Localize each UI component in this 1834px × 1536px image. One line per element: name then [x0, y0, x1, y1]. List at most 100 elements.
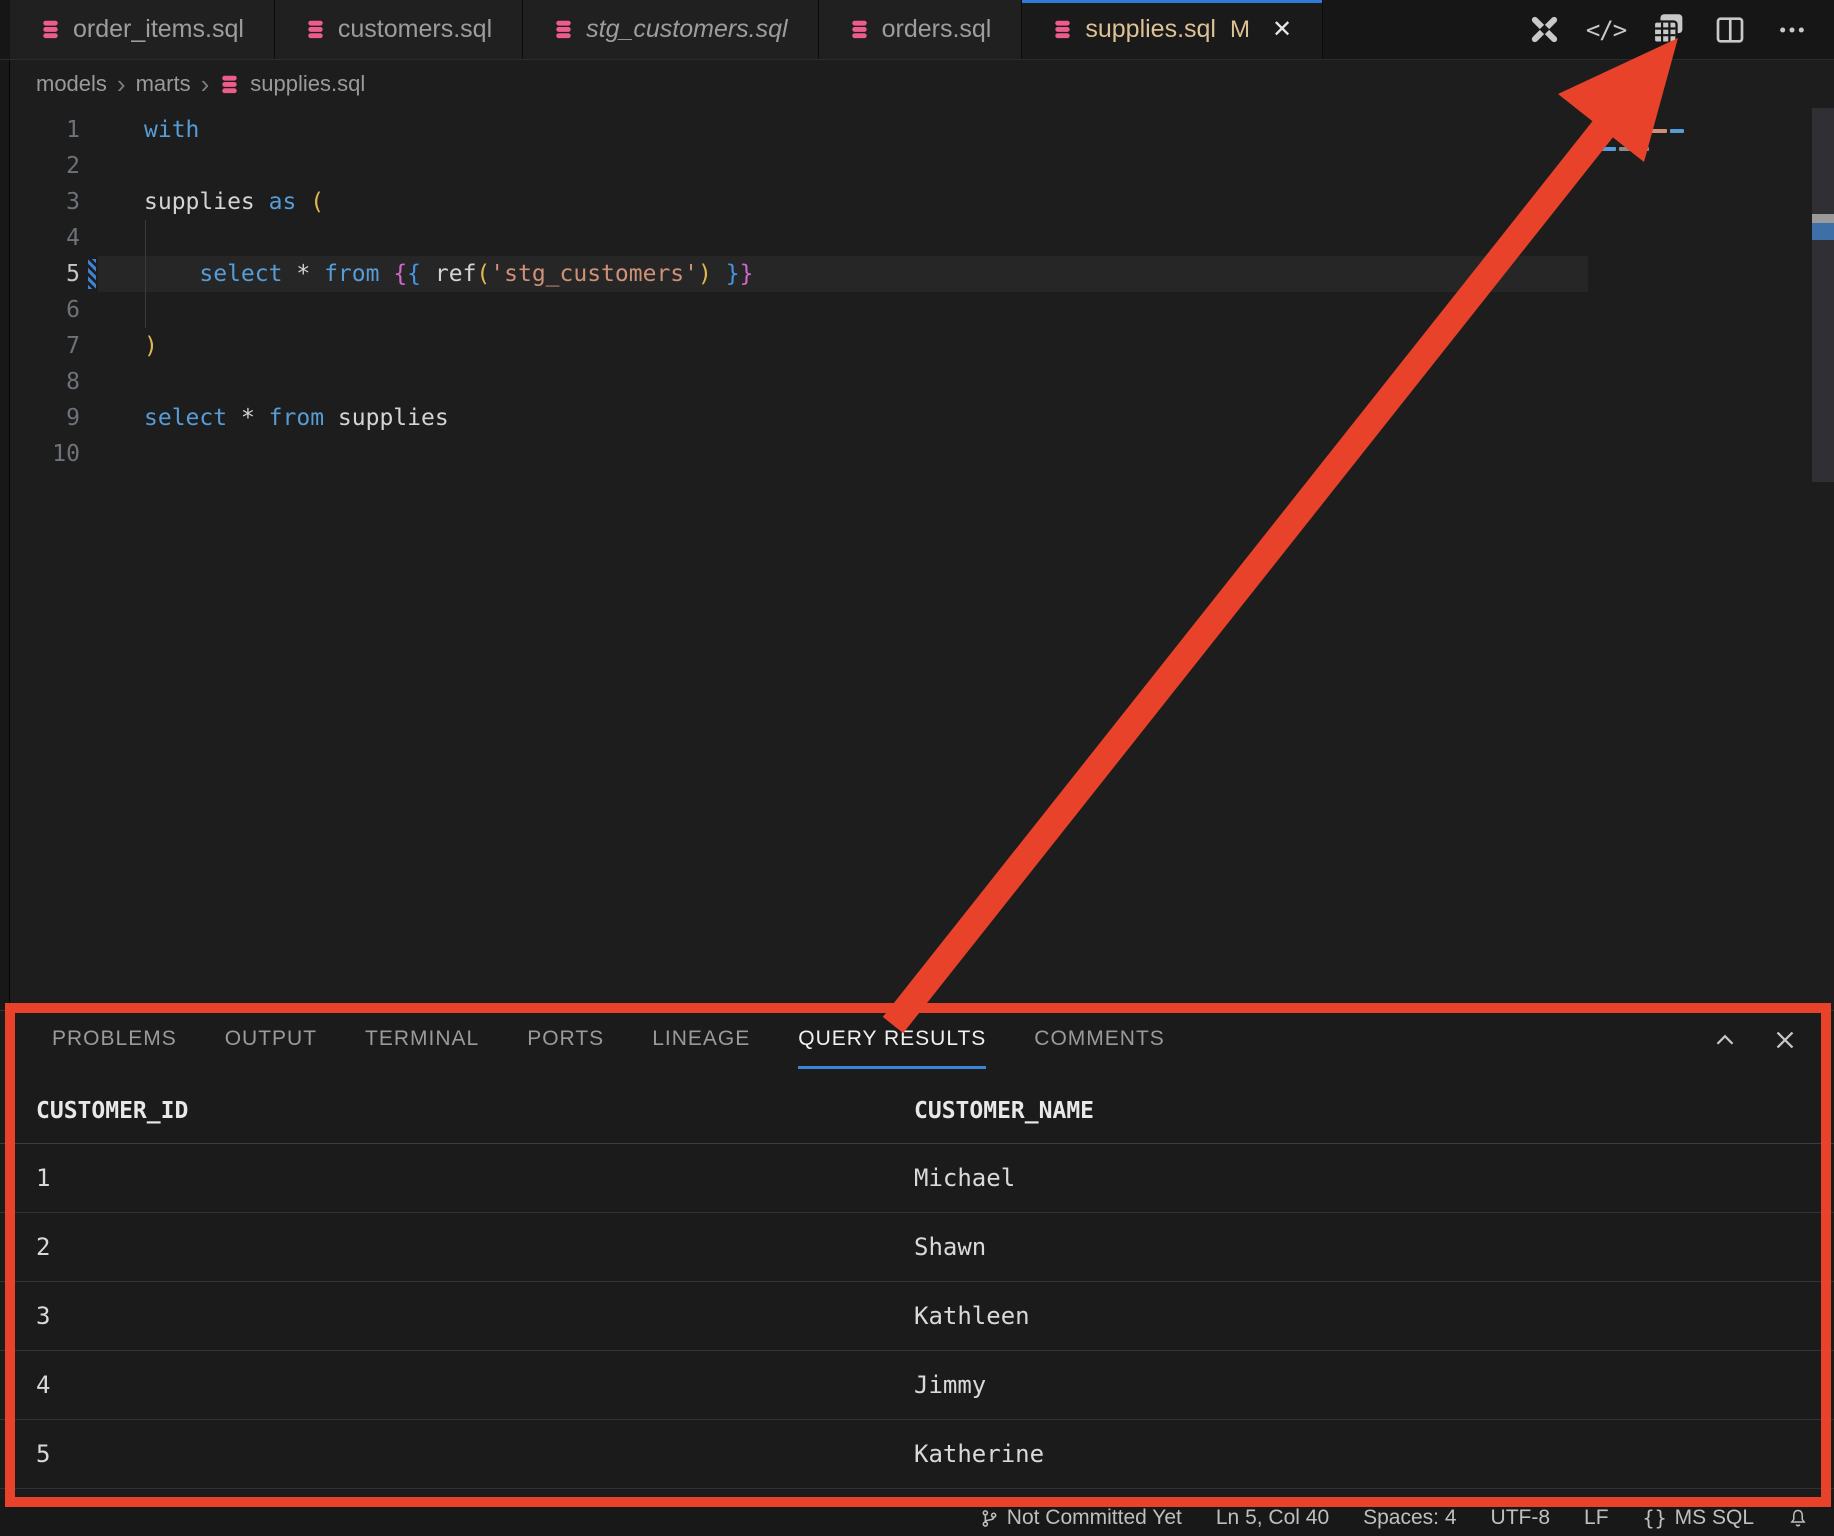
panel-tab-terminal[interactable]: TERMINAL — [365, 1011, 479, 1069]
tab-label: orders.sql — [882, 15, 992, 44]
split-editor-icon[interactable] — [1712, 12, 1748, 48]
status-item-ln-5-col-40[interactable]: Ln 5, Col 40 — [1216, 1506, 1329, 1530]
cell-customer-name: Shawn — [914, 1233, 1834, 1261]
panel-controls — [1710, 1025, 1800, 1055]
status-item-ms-sql[interactable]: {} MS SQL — [1643, 1506, 1754, 1530]
code-line-3: 3supplies as ( — [0, 184, 1834, 220]
status-item-label: UTF-8 — [1491, 1506, 1551, 1530]
tab-customers.sql[interactable]: customers.sql — [275, 0, 523, 59]
query-results-table: CUSTOMER_ID CUSTOMER_NAME 1Michael2Shawn… — [0, 1079, 1834, 1489]
line-number: 6 — [0, 292, 80, 328]
breadcrumb: models›marts›supplies.sql — [36, 66, 365, 102]
database-icon — [305, 19, 326, 40]
status-item-label: Ln 5, Col 40 — [1216, 1506, 1329, 1530]
cell-customer-name: Jimmy — [914, 1371, 1834, 1399]
panel-tab-query-results[interactable]: QUERY RESULTS — [798, 1011, 986, 1069]
line-number: 9 — [0, 400, 80, 436]
git-branch-icon — [980, 1509, 999, 1528]
dbt-icon[interactable] — [1526, 12, 1562, 48]
line-number: 2 — [0, 148, 80, 184]
status-item-not-committed-yet[interactable]: Not Committed Yet — [980, 1506, 1182, 1530]
tab-label: customers.sql — [338, 15, 492, 44]
status-item-lf[interactable]: LF — [1584, 1506, 1609, 1530]
more-actions-icon[interactable] — [1774, 12, 1810, 48]
editor-actions: </> — [1502, 0, 1834, 59]
tab-label: supplies.sql — [1085, 15, 1216, 44]
status-bar: Not Committed Yet Ln 5, Col 40 Spaces: 4 UT… — [0, 1500, 1834, 1536]
close-panel-icon[interactable] — [1770, 1025, 1800, 1055]
code-line-6: 6 — [0, 292, 1834, 328]
code-line-10: 10 — [0, 436, 1834, 472]
code-line-9: 9select * from supplies — [0, 400, 1834, 436]
line-number: 1 — [0, 112, 80, 148]
panel-tab-comments[interactable]: COMMENTS — [1034, 1011, 1165, 1069]
tab-supplies.sql[interactable]: supplies.sql M ✕ — [1022, 0, 1323, 59]
status-item-bell-icon[interactable] — [1788, 1508, 1808, 1528]
breadcrumb-segment[interactable]: models — [36, 71, 107, 97]
minimap-change-marker — [1589, 126, 1594, 137]
table-row: 2Shawn — [0, 1213, 1834, 1282]
breadcrumb-segment[interactable]: marts — [136, 71, 191, 97]
panel-tab-problems[interactable]: PROBLEMS — [52, 1011, 177, 1069]
results-header-row: CUSTOMER_ID CUSTOMER_NAME — [0, 1079, 1834, 1144]
line-number: 10 — [0, 436, 80, 472]
database-icon — [40, 19, 61, 40]
line-number: 3 — [0, 184, 80, 220]
modified-line-gutter-marker — [88, 259, 96, 289]
editor-tabs: order_items.sql customers.sql stg_customer… — [0, 0, 1323, 59]
collapse-panel-icon[interactable] — [1710, 1025, 1740, 1055]
panel-tabs: PROBLEMS OUTPUT TERMINAL PORTS LINEAGE QUERY … — [0, 1011, 1834, 1069]
code-line-4: 4 — [0, 220, 1834, 256]
cell-customer-name: Michael — [914, 1164, 1834, 1192]
status-item-label: MS SQL — [1675, 1506, 1754, 1530]
cell-customer-id: 2 — [0, 1233, 914, 1261]
minimap[interactable] — [1580, 100, 1810, 170]
table-row: 5Katherine — [0, 1420, 1834, 1489]
overview-ruler-cursor-mark — [1812, 214, 1834, 223]
database-icon — [219, 74, 240, 95]
code-line-8: 8 — [0, 364, 1834, 400]
bottom-panel: PROBLEMS OUTPUT TERMINAL PORTS LINEAGE QUERY … — [0, 1010, 1834, 1508]
tab-orders.sql[interactable]: orders.sql — [819, 0, 1023, 59]
line-number: 5 — [0, 256, 80, 292]
status-item-label: Not Committed Yet — [1007, 1506, 1182, 1530]
panel-tab-lineage[interactable]: LINEAGE — [652, 1011, 750, 1069]
tab-order_items.sql[interactable]: order_items.sql — [10, 0, 275, 59]
status-item-label: LF — [1584, 1506, 1609, 1530]
code-line-2: 2 — [0, 148, 1834, 184]
line-number: 4 — [0, 220, 80, 256]
code-preview-icon[interactable]: </> — [1588, 12, 1624, 48]
cell-customer-name: Kathleen — [914, 1302, 1834, 1330]
tab-label: stg_customers.sql — [586, 15, 787, 44]
line-number: 8 — [0, 364, 80, 400]
status-item-utf-8[interactable]: UTF-8 — [1491, 1506, 1551, 1530]
panel-tab-output[interactable]: OUTPUT — [225, 1011, 317, 1069]
breadcrumb-file[interactable]: supplies.sql — [250, 71, 365, 97]
indent-guide — [145, 292, 146, 328]
code-editor[interactable]: 1with23supplies as (45 select * from {{ … — [0, 112, 1834, 472]
query-results-icon[interactable] — [1650, 12, 1686, 48]
table-row: 1Michael — [0, 1144, 1834, 1213]
breadcrumb-separator-icon: › — [201, 71, 210, 97]
close-tab-icon[interactable]: ✕ — [1272, 15, 1292, 44]
table-row: 4Jimmy — [0, 1351, 1834, 1420]
modified-badge: M — [1230, 16, 1250, 44]
code-line-1: 1with — [0, 112, 1834, 148]
overview-ruler-change-mark — [1812, 223, 1834, 240]
tab-stg_customers.sql[interactable]: stg_customers.sql — [523, 0, 818, 59]
database-icon — [849, 19, 870, 40]
braces-glyph: {} — [1643, 1506, 1667, 1530]
editor-scrollbar[interactable] — [1812, 108, 1834, 482]
status-item-spaces-4[interactable]: Spaces: 4 — [1363, 1506, 1456, 1530]
table-row: 3Kathleen — [0, 1282, 1834, 1351]
column-header: CUSTOMER_NAME — [914, 1098, 1834, 1124]
editor-tab-bar: order_items.sql customers.sql stg_customer… — [0, 0, 1834, 60]
code-line-5: 5 select * from {{ ref('stg_customers') … — [0, 256, 1834, 292]
database-icon — [1052, 19, 1073, 40]
panel-tab-ports[interactable]: PORTS — [527, 1011, 604, 1069]
cell-customer-name: Katherine — [914, 1440, 1834, 1468]
cell-customer-id: 3 — [0, 1302, 914, 1330]
cell-customer-id: 4 — [0, 1371, 914, 1399]
database-icon — [553, 19, 574, 40]
cell-customer-id: 5 — [0, 1440, 914, 1468]
